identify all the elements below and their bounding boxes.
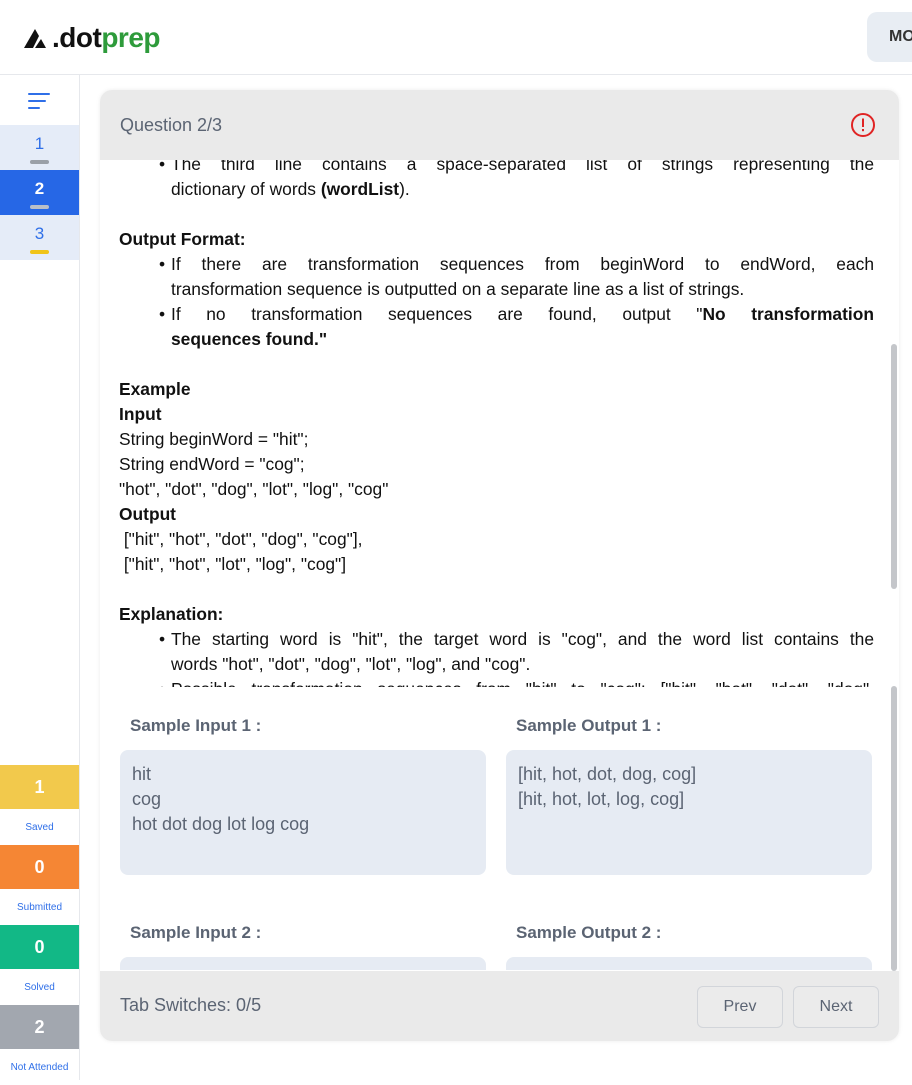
desc-line: ["hit", "hot", "lot", "log", "cog"] (119, 554, 347, 574)
stat-solved-count: 0 (0, 925, 79, 969)
report-alert-icon[interactable] (850, 112, 876, 138)
top-header: .dot prep MO (0, 0, 912, 75)
desc-line: transformation sequence is outputted on … (171, 279, 745, 299)
sample-output-1-title: Sample Output 1 : (516, 716, 662, 735)
question-nav-label: 2 (34, 179, 45, 198)
output-heading: Output (119, 504, 176, 524)
desc-line: String endWord = "cog"; (119, 454, 305, 474)
logo-text-dot: .dot (52, 22, 102, 53)
input-heading: Input (119, 404, 162, 424)
description-scrollbar[interactable] (891, 344, 897, 589)
explanation-heading: Explanation: (119, 604, 224, 624)
sample-input-2-title: Sample Input 2 : (130, 923, 262, 942)
question-status-bar (30, 205, 49, 209)
desc-line: sequences found." (171, 329, 328, 349)
desc-line: "hot", "dot", "dog", "lot", "log", "cog" (119, 479, 389, 499)
sample-input-1-box[interactable]: hit cog hot dot dog lot log cog (120, 750, 486, 875)
stat-solved: 0 Solved (0, 925, 79, 1005)
stat-solved-label: Solved (24, 981, 55, 993)
dotprep-logo[interactable]: .dot prep (22, 20, 160, 56)
question-status-bar (30, 160, 49, 164)
question-title: Question 2/3 (120, 114, 223, 135)
sample-input-2-box[interactable] (120, 957, 486, 970)
question-nav-label: 1 (34, 134, 45, 153)
menu-icon[interactable] (28, 91, 52, 111)
question-nav-label: 3 (34, 224, 45, 243)
sample-output-1-box[interactable]: [hit, hot, dot, dog, cog] [hit, hot, lot… (506, 750, 872, 875)
question-nav-3[interactable]: 3 (0, 215, 79, 260)
stat-submitted-count: 0 (0, 845, 79, 889)
stat-not-attended: 2 Not Attended (0, 1005, 79, 1085)
output-format-heading: Output Format: (119, 229, 246, 249)
sample-output-2-title: Sample Output 2 : (516, 923, 662, 942)
stat-not-attended-count: 2 (0, 1005, 79, 1049)
question-sidebar: 1 2 3 1 Saved 0 Submitted 0 Solved 2 Not… (0, 75, 80, 1080)
stat-saved: 1 Saved (0, 765, 79, 845)
desc-bullet: The starting word is "hit", the target w… (119, 627, 874, 652)
desc-bullet: If no transformation sequences are found… (119, 302, 874, 327)
tab-switches-counter: Tab Switches: 0/5 (120, 995, 262, 1015)
stat-submitted-label: Submitted (16, 901, 63, 913)
stat-saved-label: Saved (25, 821, 54, 833)
question-header: Question 2/3 (100, 90, 899, 160)
logo-text-prep: prep (101, 22, 160, 53)
samples-scrollbar[interactable] (891, 686, 897, 971)
desc-line: words "hot", "dot", "dog", "lot", "log",… (171, 654, 531, 674)
next-button[interactable]: Next (793, 986, 879, 1028)
question-card: The third line contains a space-separate… (100, 90, 899, 1041)
question-description[interactable]: The third line contains a space-separate… (119, 152, 874, 687)
prev-button[interactable]: Prev (697, 986, 783, 1028)
stat-saved-count: 1 (0, 765, 79, 809)
sample-input-1-title: Sample Input 1 : (130, 716, 262, 735)
desc-bullet: If there are transformation sequences fr… (119, 252, 874, 277)
question-status-bar (30, 250, 49, 254)
question-nav-2[interactable]: 2 (0, 170, 79, 215)
desc-line: dictionary of words (wordList). (171, 179, 410, 199)
question-footer: Tab Switches: 0/5 Prev Next (100, 971, 899, 1041)
mode-button[interactable]: MO (867, 12, 912, 62)
desc-line: ["hit", "hot", "dot", "dog", "cog"], (119, 529, 363, 549)
example-heading: Example (119, 379, 191, 399)
sample-output-2-box[interactable] (506, 957, 872, 970)
samples-section: Sample Input 1 : Sample Output 1 : hit c… (120, 700, 872, 970)
logo-mark-icon (24, 29, 46, 48)
question-nav-1[interactable]: 1 (0, 125, 79, 170)
stat-submitted: 0 Submitted (0, 845, 79, 925)
desc-bullet: Possible transformation sequences from "… (119, 677, 874, 687)
desc-line: String beginWord = "hit"; (119, 429, 309, 449)
